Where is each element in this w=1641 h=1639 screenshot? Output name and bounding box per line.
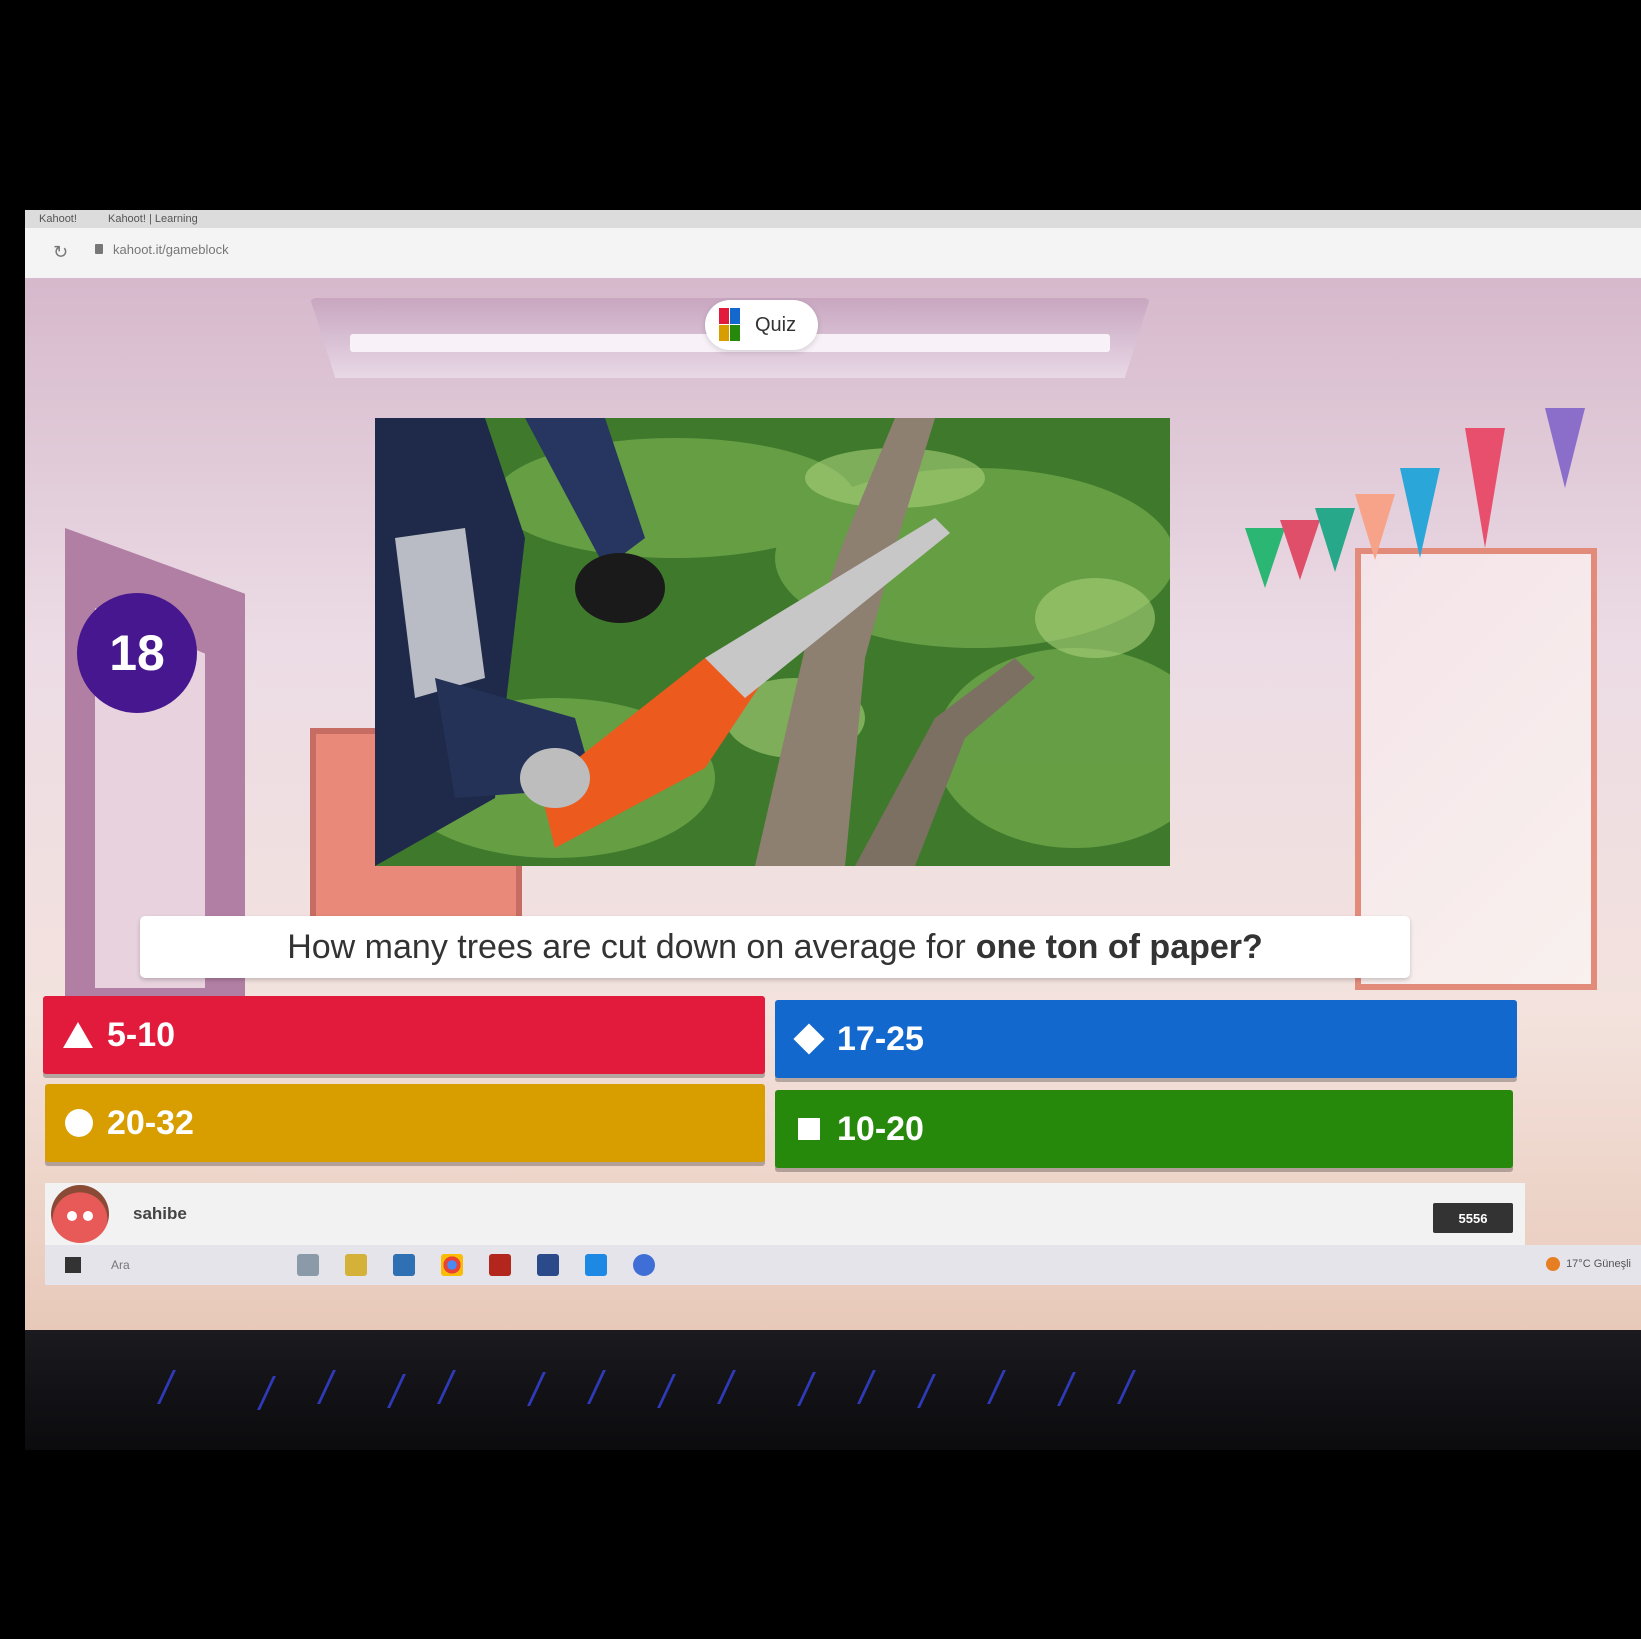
taskbar-search[interactable]: Ara bbox=[111, 1258, 271, 1272]
player-nickname: sahibe bbox=[133, 1204, 187, 1223]
player-score: 5556 bbox=[1433, 1203, 1513, 1233]
store-icon[interactable] bbox=[393, 1254, 415, 1276]
url-text[interactable]: kahoot.it/gameblock bbox=[113, 242, 229, 257]
question-emphasis: one ton of paper? bbox=[975, 927, 1263, 966]
app-icon[interactable] bbox=[489, 1254, 511, 1276]
browser-tab-strip: Kahoot! Kahoot! | Learning bbox=[25, 210, 1641, 228]
quiz-icon bbox=[719, 308, 741, 342]
answer-label: 20-32 bbox=[107, 1103, 194, 1142]
address-bar: ↻ kahoot.it/gameblock bbox=[25, 228, 1641, 279]
bunting-decoration bbox=[1235, 408, 1635, 628]
reload-icon[interactable]: ↻ bbox=[53, 242, 68, 263]
laptop-screen: Kahoot! Kahoot! | Learning ↻ kahoot.it/g… bbox=[25, 210, 1641, 1330]
task-view-icon[interactable] bbox=[297, 1254, 319, 1276]
app-icon[interactable] bbox=[585, 1254, 607, 1276]
answer-label: 5-10 bbox=[107, 1015, 176, 1054]
question-text: How many trees are cut down on average f… bbox=[287, 927, 966, 966]
answer-button-green[interactable]: 10-20 bbox=[775, 1090, 1513, 1168]
chainsaw-tree-photo bbox=[375, 418, 1170, 866]
browser-tab[interactable]: Kahoot! | Learning bbox=[108, 210, 198, 228]
question-banner: How many trees are cut down on average f… bbox=[140, 916, 1410, 978]
quiz-mode-pill: Quiz bbox=[705, 300, 819, 350]
countdown-timer: 18 bbox=[77, 593, 197, 713]
player-bar: sahibe 5556 bbox=[45, 1183, 1525, 1245]
answer-button-blue[interactable]: 17-25 bbox=[775, 1000, 1517, 1078]
answer-button-red[interactable]: 5-10 bbox=[43, 996, 765, 1074]
keyboard-backlight bbox=[65, 1370, 1565, 1430]
kahoot-game-area: Quiz 18 How many trees are cut down on a… bbox=[25, 278, 1641, 1330]
lock-icon bbox=[95, 244, 103, 254]
weather-text: 17°C Güneşli bbox=[1566, 1258, 1631, 1270]
laptop-keyboard bbox=[25, 1330, 1641, 1450]
answer-label: 17-25 bbox=[837, 1019, 924, 1058]
windows-taskbar: Ara 17°C Güneşli bbox=[45, 1245, 1641, 1285]
answer-label: 10-20 bbox=[837, 1109, 924, 1148]
circle-icon bbox=[65, 1109, 93, 1137]
diamond-icon bbox=[795, 1025, 823, 1053]
file-explorer-icon[interactable] bbox=[345, 1254, 367, 1276]
weather-sun-icon bbox=[1546, 1257, 1561, 1271]
windows-start-icon[interactable] bbox=[65, 1257, 81, 1273]
app-icon[interactable] bbox=[537, 1254, 559, 1276]
browser-tab[interactable]: Kahoot! bbox=[39, 210, 77, 228]
weather-widget[interactable]: 17°C Güneşli bbox=[1546, 1257, 1631, 1271]
player-avatar bbox=[51, 1185, 109, 1243]
triangle-icon bbox=[63, 1022, 93, 1048]
quiz-mode-label: Quiz bbox=[755, 313, 797, 336]
square-icon bbox=[795, 1115, 823, 1143]
question-image bbox=[375, 418, 1170, 866]
chrome-icon[interactable] bbox=[441, 1254, 463, 1276]
app-icon[interactable] bbox=[633, 1254, 655, 1276]
answer-button-yellow[interactable]: 20-32 bbox=[45, 1084, 765, 1162]
